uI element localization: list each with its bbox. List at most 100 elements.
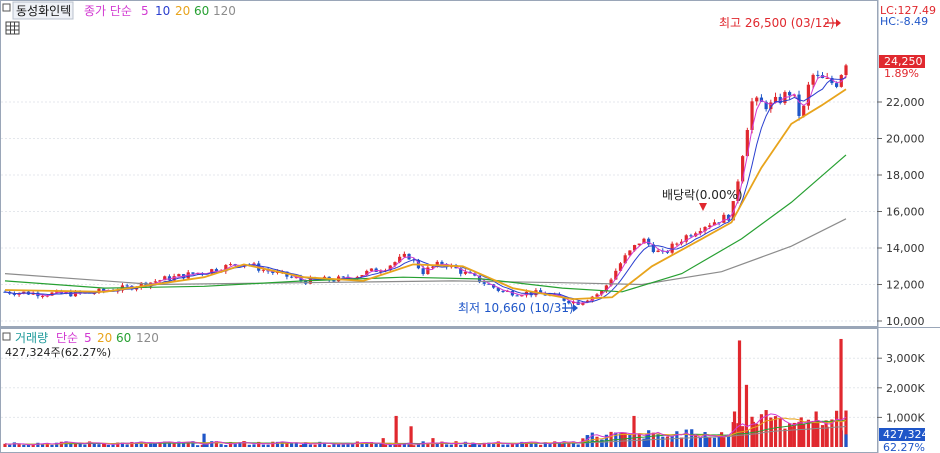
candle-body (341, 276, 345, 278)
candle-body (797, 94, 801, 116)
candle-body (191, 272, 195, 274)
candle-body (816, 74, 820, 76)
current-volume: 427,324 (883, 428, 929, 441)
volume-bar (799, 417, 803, 447)
volume-bar (224, 444, 228, 447)
volume-bar (247, 444, 251, 447)
price-axis-tick-label: 16,000 (886, 206, 925, 219)
volume-bar (665, 436, 670, 447)
candle-body (647, 238, 651, 245)
candle-body (722, 214, 726, 223)
volume-bar (454, 441, 458, 447)
volume-bar (712, 437, 717, 447)
candle-body (515, 295, 519, 297)
candle-body (844, 65, 848, 76)
volume-bar (520, 443, 525, 447)
volume-collapse-icon[interactable] (2, 332, 11, 341)
ma20-label: 20 (175, 4, 190, 18)
ma10-label: 10 (155, 4, 170, 18)
price-axis-tick-label: 12,000 (886, 279, 925, 292)
volume-bar (12, 442, 16, 447)
volume-bar (705, 436, 709, 447)
candle-body (426, 267, 430, 275)
volume-bar (261, 444, 266, 447)
volume-bar (125, 444, 129, 447)
volume-bar (670, 441, 674, 447)
volume-bar (576, 444, 580, 447)
volume-bar (835, 410, 839, 447)
candle-body (501, 290, 505, 292)
volume-axis-tick-label: 1,000K (886, 411, 925, 424)
volume-title: 거래량 (15, 331, 48, 345)
volume-bar (459, 444, 463, 447)
candle-body (289, 276, 294, 278)
volume-bar (679, 437, 684, 447)
volume-bar (341, 444, 345, 447)
volume-bar (839, 338, 843, 447)
volume-bar (308, 444, 312, 447)
price-axis-tick-label: 18,000 (886, 169, 925, 182)
volume-bar (675, 431, 679, 447)
volume-bar (388, 444, 392, 447)
vol-ma120-label: 120 (136, 331, 159, 345)
candle-body (40, 295, 45, 297)
volume-bar (778, 417, 782, 447)
volume-bar (501, 444, 505, 447)
volume-bar (374, 443, 378, 447)
volume-bar (844, 434, 848, 447)
candle-body (835, 83, 839, 87)
candle-body (153, 281, 157, 283)
volume-bar (737, 340, 742, 447)
current-volume-percent: 62.27% (883, 441, 925, 453)
volume-bar (769, 420, 773, 447)
stock-chart-window: 10,000 12,000 14,000 16,000 18,000 20,000 22,0… (0, 0, 940, 453)
volume-bar (783, 428, 787, 447)
volume-bar (50, 444, 54, 447)
volume-bar (477, 444, 482, 447)
candle-body (125, 285, 129, 287)
candle-body (656, 250, 660, 252)
grid-table-icon[interactable] (5, 21, 20, 35)
volume-bar (814, 411, 818, 447)
volume-bar (744, 384, 749, 447)
price-axis-tick-label: 20,000 (886, 133, 925, 146)
volume-bar (22, 444, 26, 447)
price-indicator-label: 종가 단순 (84, 4, 132, 18)
chart-canvas: 10,000 12,000 14,000 16,000 18,000 20,000 22,0… (0, 0, 940, 453)
volume-bar (111, 444, 115, 447)
volume-info: 427,324주(62.27%) (5, 346, 111, 359)
stock-name: 동성화인텍 (16, 4, 71, 18)
volume-bar (313, 444, 317, 447)
candle-body (261, 269, 266, 271)
volume-bar (355, 441, 359, 447)
volume-bar (789, 426, 793, 447)
volume-bar (242, 441, 246, 447)
volume-bar (327, 445, 331, 447)
volume-bar (741, 426, 745, 447)
volume-bar (102, 444, 107, 447)
volume-bar (17, 444, 21, 447)
volume-bar (560, 444, 564, 447)
volume-bar (83, 444, 87, 447)
candle-body (755, 97, 759, 102)
high-annotation: 최고 26,500 (03/12) (719, 16, 835, 30)
volume-bar (210, 441, 214, 447)
volume-bar (266, 444, 270, 447)
volume-bar (144, 443, 148, 447)
change-percent: 1.89% (884, 67, 919, 80)
volume-bar (506, 444, 510, 447)
volume-bar (394, 415, 398, 447)
collapse-icon[interactable] (2, 3, 11, 12)
volume-axis-tick-label: 2,000K (886, 382, 925, 395)
vol-ma5-label: 5 (84, 331, 92, 345)
volume-bar (719, 432, 724, 447)
vol-ma20-label: 20 (97, 331, 112, 345)
volume-bar (301, 444, 306, 447)
candle-body (675, 243, 679, 245)
volume-bar (426, 443, 430, 447)
ma120-label: 120 (213, 4, 236, 18)
price-axis-tick-label: 14,000 (886, 242, 925, 255)
volume-bar (196, 445, 200, 447)
volume-bar (36, 442, 40, 447)
candle-body (482, 282, 486, 284)
